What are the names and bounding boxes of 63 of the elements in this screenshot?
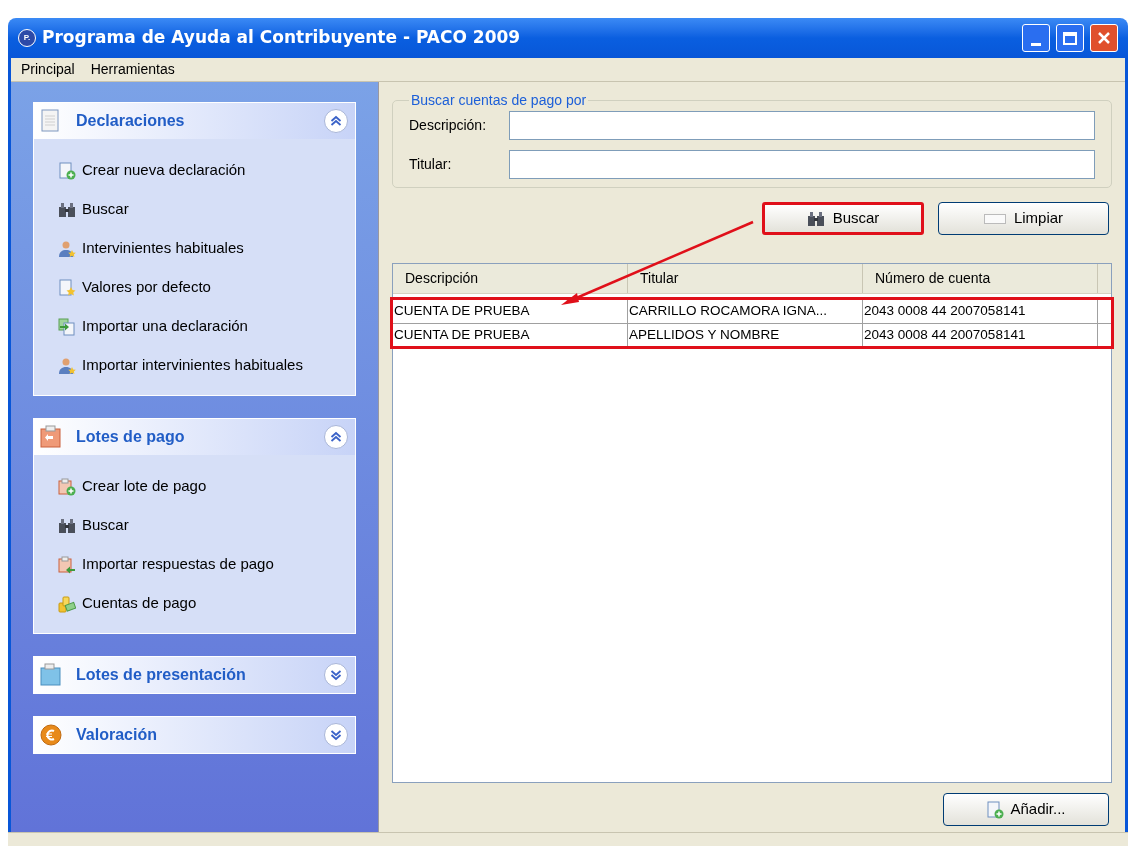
column-header[interactable]: Descripción (393, 264, 628, 293)
clipboard-icon (40, 425, 62, 449)
expand-chevron-icon[interactable] (323, 662, 349, 688)
task-link[interactable]: Buscar (58, 506, 331, 545)
panel-header[interactable]: Valoración (34, 717, 355, 753)
text-field[interactable] (509, 150, 1095, 179)
menu-item[interactable]: Principal (21, 59, 75, 80)
field-label: Titular: (409, 155, 453, 174)
column-header[interactable]: Titular (628, 264, 863, 293)
binoculars-icon (806, 209, 825, 228)
table-cell: APELLIDOS Y NOMBRE (628, 324, 863, 346)
close-button[interactable] (1090, 24, 1118, 52)
task-link[interactable]: Crear lote de pago (58, 467, 331, 506)
person-icon (58, 239, 76, 258)
minimize-button[interactable] (1022, 24, 1050, 52)
task-link[interactable]: Cuentas de pago (58, 584, 331, 623)
expand-chevron-icon[interactable] (323, 722, 349, 748)
document-plus-icon (58, 161, 76, 180)
task-link[interactable]: Buscar (58, 190, 331, 229)
panel-title: Declaraciones (76, 111, 186, 131)
close-icon (1097, 31, 1111, 45)
menu-item[interactable]: Herramientas (90, 59, 175, 80)
clipboard-arrow-icon (58, 555, 76, 574)
clipboard-plus-icon (58, 477, 76, 496)
binoculars-icon (58, 200, 76, 219)
document-star-icon (58, 278, 76, 297)
panel-title: Valoración (76, 725, 158, 745)
task-link[interactable]: Importar una declaración (58, 307, 331, 346)
table-cell: CARRILLO ROCAMORA IGNA... (628, 300, 863, 323)
panel-header[interactable]: Lotes de presentación (34, 657, 355, 693)
app-icon: P. (18, 29, 36, 47)
search-button[interactable]: Buscar (762, 202, 924, 235)
task-link[interactable]: Importar respuestas de pago (58, 545, 331, 584)
task-link[interactable]: Crear nueva declaración (58, 151, 331, 190)
coins-icon (58, 594, 76, 613)
table-cell: 2043 0008 44 2007058141 (863, 300, 1098, 323)
clear-button[interactable]: Limpiar (938, 202, 1109, 235)
panel-header[interactable]: Lotes de pago (34, 419, 355, 455)
document-icon (40, 109, 62, 133)
document-arrow-icon (58, 317, 76, 336)
collapse-chevron-icon[interactable] (323, 424, 349, 450)
panel-header[interactable]: Declaraciones (34, 103, 355, 139)
binoculars-icon (58, 516, 76, 535)
eraser-icon (983, 213, 1006, 224)
task-link[interactable]: Intervinientes habituales (58, 229, 331, 268)
table-cell: CUENTA DE PRUEBA (393, 324, 628, 346)
panel-title: Lotes de pago (76, 427, 186, 447)
table-cell: 2043 0008 44 2007058141 (863, 324, 1098, 346)
euro-coin-icon (40, 723, 62, 747)
maximize-button[interactable] (1056, 24, 1084, 52)
column-header[interactable]: Número de cuenta (863, 264, 1098, 293)
person-icon (58, 356, 76, 375)
task-link[interactable]: Valores por defecto (58, 268, 331, 307)
document-plus-icon (986, 800, 1005, 819)
task-link[interactable]: Importar intervinientes habituales (58, 346, 331, 385)
panel-title: Lotes de presentación (76, 665, 247, 685)
folder-icon (40, 663, 62, 687)
group-legend: Buscar cuentas de pago por (409, 90, 589, 111)
collapse-chevron-icon[interactable] (323, 108, 349, 134)
field-label: Descripción: (409, 116, 488, 135)
window-title: Programa de Ayuda al Contribuyente - PACO 2009 (42, 26, 522, 50)
add-button[interactable]: Añadir... (943, 793, 1109, 826)
text-field[interactable] (509, 111, 1095, 140)
